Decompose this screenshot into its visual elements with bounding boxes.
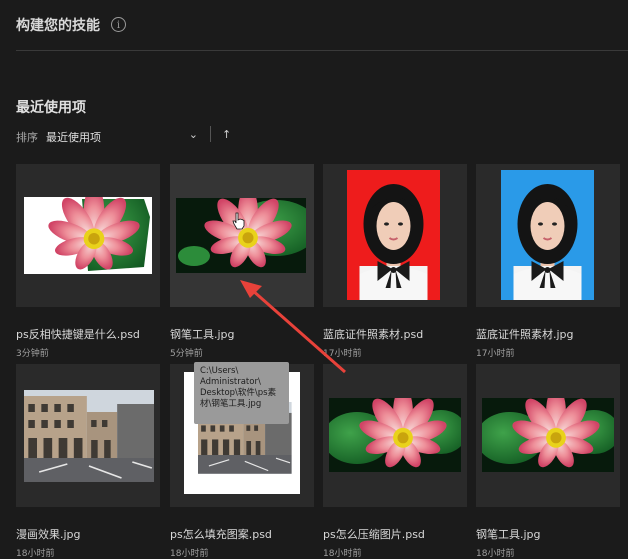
annotation-arrow <box>240 280 346 374</box>
